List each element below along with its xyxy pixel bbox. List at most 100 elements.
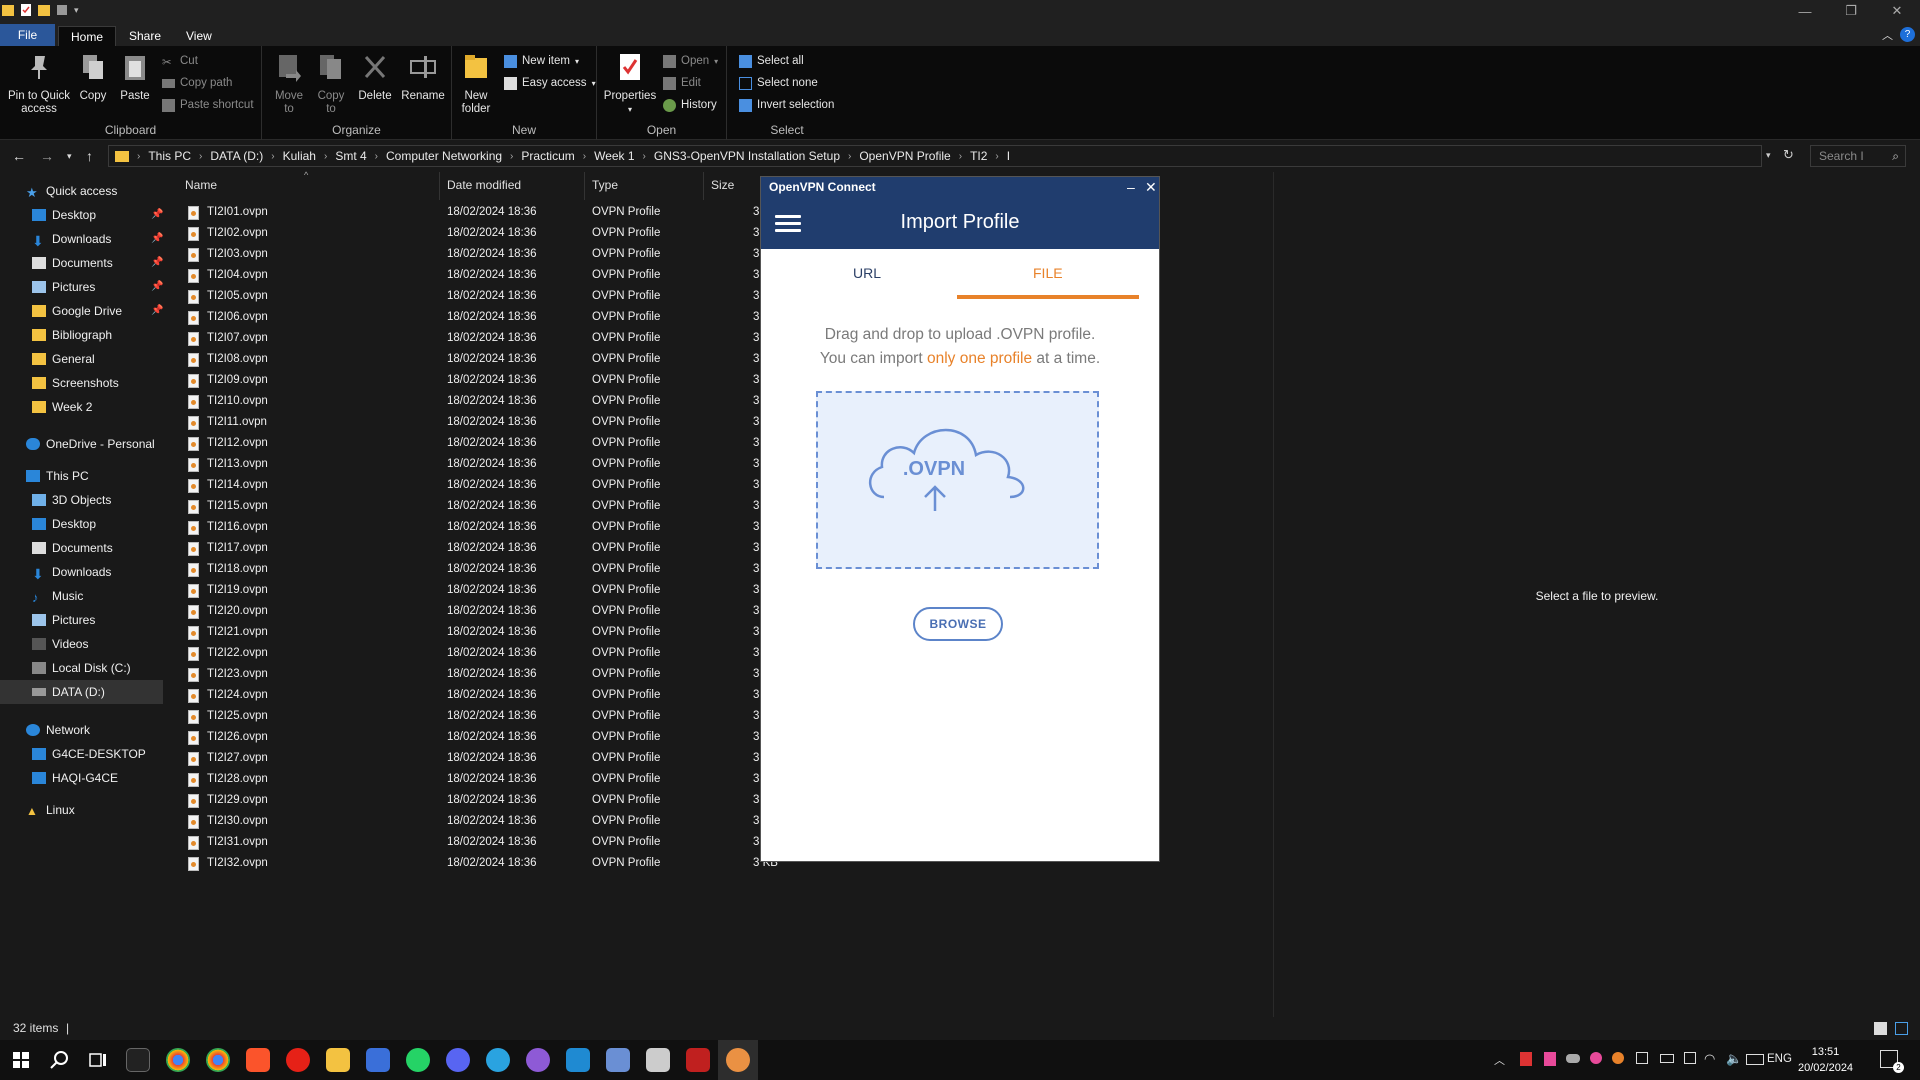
wifi-icon[interactable]: ◠ <box>1704 1051 1715 1067</box>
breadcrumb-item[interactable]: GNS3-OpenVPN Installation Setup <box>654 149 840 163</box>
copy-path-button[interactable]: Copy path <box>162 74 232 92</box>
file-row[interactable]: TI2I31.ovpn 18/02/2024 18:36 OVPN Profile 3 <box>170 833 760 854</box>
move-to-button[interactable]: Move to <box>270 50 308 116</box>
nav-desktop-quick[interactable]: Desktop <box>32 203 96 227</box>
column-divider[interactable] <box>439 172 440 200</box>
breadcrumb-item[interactable]: TI2 <box>970 149 987 163</box>
file-row[interactable]: TI2I03.ovpn 18/02/2024 18:36 OVPN Profile 3 <box>170 245 760 266</box>
column-header-type[interactable]: Type <box>592 178 618 192</box>
github-icon[interactable] <box>526 1048 550 1072</box>
nav-week-2[interactable]: Week 2 <box>32 395 92 419</box>
file-row[interactable]: TI2I01.ovpn 18/02/2024 18:36 OVPN Profile 3 <box>170 203 760 224</box>
invert-selection-button[interactable]: Invert selection <box>739 96 834 114</box>
nav-data-d[interactable]: DATA (D:) <box>0 680 163 704</box>
cut-button[interactable]: ✂ Cut <box>162 52 198 70</box>
chevron-right-icon[interactable]: › <box>848 151 851 162</box>
battery-icon[interactable] <box>1660 1054 1674 1063</box>
file-row[interactable]: TI2I27.ovpn 18/02/2024 18:36 OVPN Profile 3 <box>170 749 760 770</box>
file-row[interactable]: TI2I22.ovpn 18/02/2024 18:36 OVPN Profile 3 <box>170 644 760 665</box>
file-row[interactable]: TI2I24.ovpn 18/02/2024 18:36 OVPN Profile 3 <box>170 686 760 707</box>
up-arrow-icon[interactable]: ↑ <box>86 148 93 164</box>
search-icon[interactable] <box>50 1050 70 1070</box>
pin-icon[interactable]: 📌 <box>151 281 163 292</box>
large-icons-view-icon[interactable] <box>1895 1022 1908 1035</box>
tab-file-upload[interactable]: FILE <box>1033 265 1063 281</box>
tab-share[interactable]: Share <box>117 26 173 46</box>
refresh-icon[interactable]: ↻ <box>1783 147 1794 163</box>
cloud-icon[interactable] <box>1566 1054 1580 1063</box>
file-row[interactable]: TI2I05.ovpn 18/02/2024 18:36 OVPN Profile 3 <box>170 287 760 308</box>
file-row[interactable]: TI2I26.ovpn 18/02/2024 18:36 OVPN Profile 3 <box>170 728 760 749</box>
file-row[interactable]: TI2I14.ovpn 18/02/2024 18:36 OVPN Profile 3 <box>170 476 760 497</box>
file-row[interactable]: TI2I06.ovpn 18/02/2024 18:36 OVPN Profile 3 <box>170 308 760 329</box>
breadcrumb-item[interactable]: Week 1 <box>594 149 634 163</box>
pin-quick-access-button[interactable]: Pin to Quick access <box>4 50 74 116</box>
column-divider[interactable] <box>584 172 585 200</box>
qat-dropdown-icon[interactable]: ▾ <box>74 5 79 16</box>
easy-access-button[interactable]: Easy access ▾ <box>504 74 596 92</box>
volume-icon[interactable]: 🔈 <box>1726 1051 1742 1067</box>
address-bar[interactable]: › This PC › DATA (D:) › Kuliah › Smt 4 › Com… <box>108 145 1762 167</box>
close-button[interactable]: ✕ <box>1874 0 1920 22</box>
column-header-size[interactable]: Size <box>711 178 734 192</box>
hamburger-menu-icon[interactable] <box>775 215 801 233</box>
openvpn-close-button[interactable]: ✕ <box>1145 177 1157 197</box>
file-row[interactable]: TI2I07.ovpn 18/02/2024 18:36 OVPN Profile 3 <box>170 329 760 350</box>
help-icon[interactable]: ? <box>1900 27 1915 42</box>
file-row[interactable]: TI2I19.ovpn 18/02/2024 18:36 OVPN Profile 3 <box>170 581 760 602</box>
nav-pictures[interactable]: Pictures <box>32 608 95 632</box>
chevron-right-icon[interactable]: › <box>995 151 998 162</box>
file-row[interactable]: TI2I18.ovpn 18/02/2024 18:36 OVPN Profile 3 <box>170 560 760 581</box>
nav-pictures-quick[interactable]: Pictures <box>32 275 95 299</box>
file-row[interactable]: TI2I28.ovpn 18/02/2024 18:36 OVPN Profile 3 <box>170 770 760 791</box>
nav-local-disk-c[interactable]: Local Disk (C:) <box>32 656 131 680</box>
tray-app-icon[interactable] <box>1520 1052 1532 1066</box>
nav-3d-objects[interactable]: 3D Objects <box>32 488 111 512</box>
nav-google-drive[interactable]: Google Drive <box>32 299 122 323</box>
new-folder-icon[interactable] <box>38 3 50 17</box>
nav-desktop[interactable]: Desktop <box>32 512 96 536</box>
brave-icon[interactable] <box>246 1048 270 1072</box>
network-tool-icon[interactable] <box>606 1048 630 1072</box>
pin-icon[interactable]: 📌 <box>151 257 163 268</box>
file-row[interactable]: TI2I32.ovpn 18/02/2024 18:36 OVPN Profile 3… <box>170 854 778 875</box>
breadcrumb-item[interactable]: Practicum <box>521 149 574 163</box>
file-row[interactable]: TI2I13.ovpn 18/02/2024 18:36 OVPN Profile 3 <box>170 455 760 476</box>
file-row[interactable]: TI2I30.ovpn 18/02/2024 18:36 OVPN Profile 3 <box>170 812 760 833</box>
address-dropdown-icon[interactable]: ▾ <box>1766 150 1771 161</box>
properties-icon[interactable] <box>20 3 32 17</box>
file-row[interactable]: TI2I04.ovpn 18/02/2024 18:36 OVPN Profile 3 <box>170 266 760 287</box>
nav-screenshots[interactable]: Screenshots <box>32 371 119 395</box>
column-divider[interactable] <box>703 172 704 200</box>
nav-bibliograph[interactable]: Bibliograph <box>32 323 112 347</box>
copy-to-button[interactable]: Copy to <box>312 50 350 116</box>
new-item-button[interactable]: New item ▾ <box>504 52 579 70</box>
file-row[interactable]: TI2I29.ovpn 18/02/2024 18:36 OVPN Profile 3 <box>170 791 760 812</box>
openvpn-tray-icon[interactable] <box>1612 1052 1624 1064</box>
file-row[interactable]: TI2I23.ovpn 18/02/2024 18:36 OVPN Profile 3 <box>170 665 760 686</box>
gns3-icon[interactable] <box>646 1048 670 1072</box>
acrobat-icon[interactable] <box>686 1048 710 1072</box>
search-input[interactable]: Search I ⌕ <box>1810 145 1906 167</box>
breadcrumb-item[interactable]: OpenVPN Profile <box>859 149 950 163</box>
save-icon[interactable] <box>56 3 68 17</box>
file-row[interactable]: TI2I17.ovpn 18/02/2024 18:36 OVPN Profile 3 <box>170 539 760 560</box>
paste-button[interactable]: Paste <box>117 50 153 103</box>
nav-documents-quick[interactable]: Documents <box>32 251 113 275</box>
file-row[interactable]: TI2I10.ovpn 18/02/2024 18:36 OVPN Profile 3 <box>170 392 760 413</box>
youtube-music-icon[interactable] <box>286 1048 310 1072</box>
browse-button[interactable]: BROWSE <box>913 607 1003 641</box>
breadcrumb-item[interactable]: DATA (D:) <box>210 149 263 163</box>
file-explorer-icon[interactable] <box>326 1048 350 1072</box>
tab-file[interactable]: File <box>0 24 55 46</box>
chevron-right-icon[interactable]: › <box>959 151 962 162</box>
breadcrumb-item[interactable]: I <box>1007 149 1010 163</box>
chevron-right-icon[interactable]: › <box>583 151 586 162</box>
paste-shortcut-button[interactable]: Paste shortcut <box>162 96 254 114</box>
nav-linux[interactable]: ▲ Linux <box>26 798 75 822</box>
tray-app-icon[interactable] <box>1636 1052 1648 1064</box>
chevron-right-icon[interactable]: › <box>375 151 378 162</box>
breadcrumb-item[interactable]: Kuliah <box>283 149 316 163</box>
properties-button[interactable]: Properties ▾ <box>603 50 657 116</box>
terminal-icon[interactable] <box>126 1048 150 1072</box>
